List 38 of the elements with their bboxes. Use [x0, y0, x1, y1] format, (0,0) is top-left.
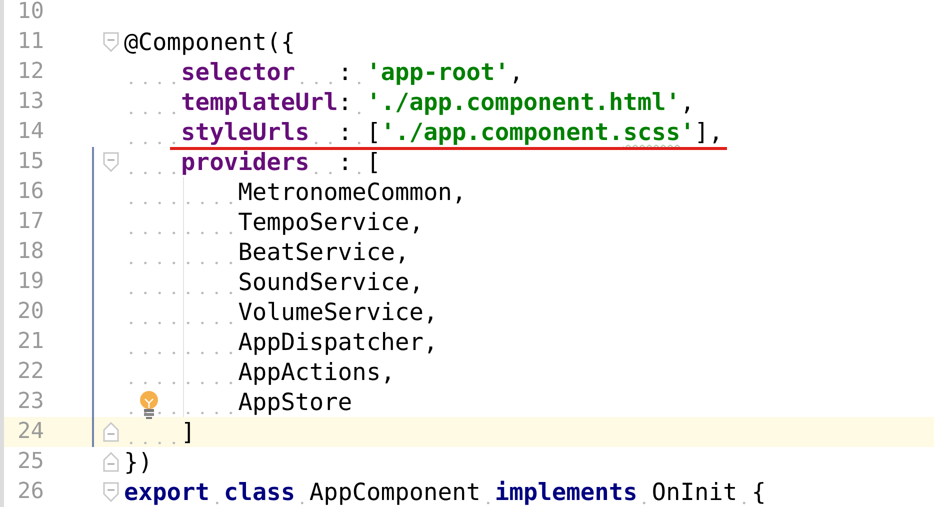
line-number: 15	[16, 148, 44, 176]
line-number: 13	[16, 88, 44, 116]
fold-marker-icon[interactable]	[103, 152, 119, 172]
code-editor[interactable]	[0, 0, 934, 507]
fold-marker-icon[interactable]	[103, 32, 119, 52]
code-line: export class AppComponent implements OnInit {	[124, 477, 766, 507]
line-number: 24	[16, 418, 44, 446]
code-line: TempoService,	[124, 207, 424, 237]
code-line: styleUrls : ['./app.component.scss'],	[124, 117, 724, 147]
code-line: MetronomeCommon,	[124, 177, 466, 207]
line-number: 14	[16, 118, 44, 146]
code-line: @Component({	[124, 27, 296, 57]
code-line: selector : 'app-root',	[124, 57, 524, 87]
line-number: 26	[16, 478, 44, 506]
code-line: BeatService,	[124, 237, 410, 267]
line-number: 21	[16, 328, 44, 356]
line-number: 12	[16, 58, 44, 86]
line-number: 25	[16, 448, 44, 476]
line-number: 11	[16, 28, 44, 56]
lightbulb-icon[interactable]	[138, 390, 160, 420]
code-line: providers : [	[124, 147, 381, 177]
line-number: 16	[16, 178, 44, 206]
line-number: 10	[16, 0, 44, 26]
line-number: 18	[16, 238, 44, 266]
line-number: 22	[16, 358, 44, 386]
fold-marker-icon[interactable]	[103, 452, 119, 472]
code-line: VolumeService,	[124, 297, 438, 327]
fold-marker-icon[interactable]	[103, 422, 119, 442]
code-line: AppDispatcher,	[124, 327, 438, 357]
code-line: })	[124, 447, 153, 477]
code-line: AppActions,	[124, 357, 395, 387]
line-number: 19	[16, 268, 44, 296]
line-number: 23	[16, 388, 44, 416]
code-line: SoundService,	[124, 267, 424, 297]
line-number: 20	[16, 298, 44, 326]
code-line: templateUrl: './app.component.html',	[124, 87, 694, 117]
line-number: 17	[16, 208, 44, 236]
fold-marker-icon[interactable]	[103, 482, 119, 502]
